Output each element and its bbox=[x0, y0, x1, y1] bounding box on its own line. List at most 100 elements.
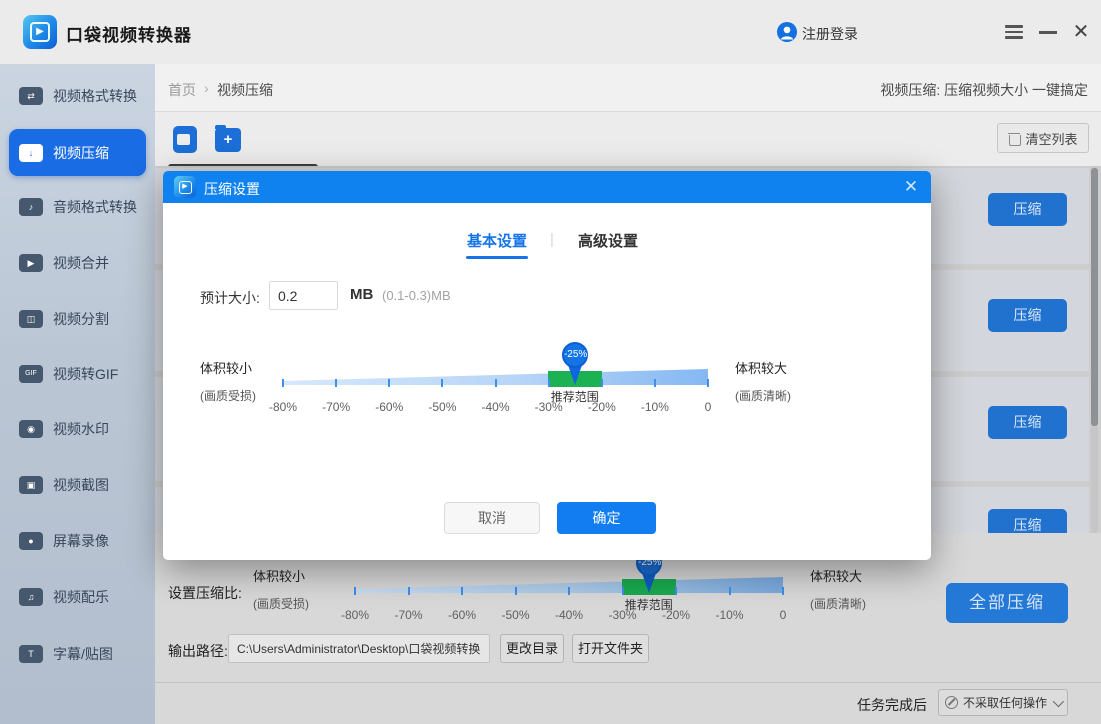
tick-label: -60% bbox=[448, 608, 476, 622]
dialog-close-icon[interactable]: ✕ bbox=[899, 175, 923, 199]
tick-label: -80% bbox=[269, 400, 297, 414]
compress-all-button[interactable]: 全部压缩 bbox=[946, 583, 1068, 623]
tick-mark bbox=[408, 587, 410, 595]
screen-record-icon: ● bbox=[19, 532, 43, 550]
toolbar: + 清空列表 bbox=[155, 112, 1101, 166]
tick-mark bbox=[441, 379, 443, 387]
compress-button[interactable]: 压缩 bbox=[988, 193, 1067, 226]
tick-mark bbox=[515, 587, 517, 595]
video-compress-icon: ↓ bbox=[19, 144, 43, 162]
slider-right-sublabel: (画质清晰) bbox=[735, 387, 791, 404]
tick-label: -10% bbox=[715, 608, 743, 622]
size-unit: MB bbox=[350, 286, 373, 303]
tick-label: -60% bbox=[375, 400, 403, 414]
tick-label: -50% bbox=[428, 400, 456, 414]
slider-track[interactable]: -25% 推荐范围 -80%-70%-60%-50%-40%-30%-20%-1… bbox=[355, 550, 783, 626]
sidebar-item-video-watermark[interactable]: ◉视频水印 bbox=[0, 407, 155, 451]
tab-advanced-settings[interactable]: 高级设置 bbox=[577, 230, 639, 251]
tick-mark bbox=[729, 587, 731, 595]
tick-mark bbox=[782, 587, 784, 595]
window-close-icon[interactable]: ✕ bbox=[1070, 22, 1092, 42]
after-task-dropdown[interactable]: 不采取任何操作 bbox=[938, 689, 1068, 716]
tick-label: -30% bbox=[535, 400, 563, 414]
output-path-label: 输出路径: bbox=[168, 641, 228, 661]
sidebar-item-video-format-convert[interactable]: ⇄视频格式转换 bbox=[0, 74, 155, 118]
tick-mark bbox=[622, 587, 624, 595]
menu-icon[interactable] bbox=[1005, 22, 1027, 42]
tick-mark bbox=[388, 379, 390, 387]
titlebar: ▶ 口袋视频转换器 注册登录 ✕ bbox=[0, 0, 1101, 64]
page-tagline: 视频压缩: 压缩视频大小 一键搞定 bbox=[880, 80, 1088, 100]
slider-right-sublabel: (画质清晰) bbox=[810, 595, 866, 612]
ok-button[interactable]: 确定 bbox=[557, 502, 656, 534]
add-folder-icon[interactable]: + bbox=[215, 128, 241, 152]
no-action-icon bbox=[945, 696, 958, 709]
video-watermark-icon: ◉ bbox=[19, 420, 43, 438]
sidebar-item-video-merge[interactable]: ▶视频合并 bbox=[0, 241, 155, 285]
compress-button[interactable]: 压缩 bbox=[988, 406, 1067, 439]
sidebar-item-video-to-gif[interactable]: GIF视频转GIF bbox=[0, 352, 155, 396]
tick-label: -70% bbox=[394, 608, 422, 622]
chevron-down-icon bbox=[1053, 695, 1064, 706]
output-path-input[interactable] bbox=[228, 634, 490, 663]
breadcrumb-bar: 首页 › 视频压缩 视频压缩: 压缩视频大小 一键搞定 bbox=[155, 64, 1101, 112]
dialog-logo-icon: ▶ bbox=[174, 176, 196, 198]
login-register-link[interactable]: 注册登录 bbox=[802, 24, 858, 44]
add-file-icon[interactable] bbox=[173, 126, 197, 153]
bottom-panel: 设置压缩比: 体积较小 (画质受损) -25% 推荐范围 -80%-70%-60… bbox=[155, 533, 1101, 724]
size-range-hint: (0.1-0.3)MB bbox=[382, 288, 451, 303]
sidebar-item-audio-format-convert[interactable]: ♪音频格式转换 bbox=[0, 185, 155, 229]
clear-list-button[interactable]: 清空列表 bbox=[997, 123, 1089, 153]
compress-button[interactable]: 压缩 bbox=[988, 299, 1067, 332]
tick-mark bbox=[354, 587, 356, 595]
tick-label: -80% bbox=[341, 608, 369, 622]
tick-label: -40% bbox=[481, 400, 509, 414]
compression-ratio-slider[interactable]: 体积较小 (画质受损) -25% 推荐范围 -80%-70%-60%-50%-4… bbox=[253, 550, 878, 630]
sidebar-item-screen-record[interactable]: ●屏幕录像 bbox=[0, 519, 155, 563]
change-directory-button[interactable]: 更改目录 bbox=[500, 634, 564, 663]
scrollbar-thumb[interactable] bbox=[1091, 168, 1098, 426]
active-tab-underline bbox=[466, 256, 528, 259]
sidebar-item-subtitle-sticker[interactable]: T字幕/贴图 bbox=[0, 632, 155, 676]
tick-label: -20% bbox=[588, 400, 616, 414]
tick-mark bbox=[654, 379, 656, 387]
compression-ratio-slider[interactable]: 体积较小 (画质受损) -25% 推荐范围 -80%-70%-60%-50%-4… bbox=[200, 342, 830, 422]
tick-label: -10% bbox=[641, 400, 669, 414]
minimize-icon[interactable] bbox=[1039, 22, 1061, 42]
tab-basic-settings[interactable]: 基本设置 bbox=[466, 230, 528, 251]
open-folder-button[interactable]: 打开文件夹 bbox=[572, 634, 649, 663]
app-logo-icon: ▶ bbox=[23, 15, 57, 49]
tick-mark bbox=[568, 587, 570, 595]
video-split-icon: ◫ bbox=[19, 310, 43, 328]
ratio-label: 设置压缩比: bbox=[168, 583, 242, 603]
sidebar-item-video-screenshot[interactable]: ▣视频截图 bbox=[0, 463, 155, 507]
app-title: 口袋视频转换器 bbox=[66, 21, 192, 46]
compression-settings-dialog: ▶ 压缩设置 ✕ 基本设置 | 高级设置 预计大小: MB (0.1-0.3)M… bbox=[163, 171, 931, 560]
tick-label: -30% bbox=[608, 608, 636, 622]
video-to-gif-icon: GIF bbox=[19, 365, 43, 383]
tick-label: -40% bbox=[555, 608, 583, 622]
compress-button[interactable]: 压缩 bbox=[988, 509, 1067, 533]
tick-label: -70% bbox=[322, 400, 350, 414]
estimated-size-label: 预计大小: bbox=[200, 288, 260, 308]
tab-separator: | bbox=[550, 231, 554, 248]
slider-right-label: 体积较大 bbox=[735, 358, 791, 377]
tick-mark bbox=[282, 379, 284, 387]
slider-track[interactable]: -25% 推荐范围 -80%-70%-60%-50%-40%-30%-20%-1… bbox=[283, 342, 708, 418]
sidebar-item-video-compress[interactable]: ↓视频压缩 bbox=[9, 129, 146, 176]
user-avatar-icon[interactable] bbox=[777, 22, 797, 42]
slider-left-label: 体积较小 bbox=[200, 358, 256, 377]
tick-label: 0 bbox=[705, 400, 712, 414]
cancel-button[interactable]: 取消 bbox=[444, 502, 540, 534]
tick-label: 0 bbox=[780, 608, 787, 622]
breadcrumb-current: 视频压缩 bbox=[217, 80, 273, 100]
video-music-icon: ♫ bbox=[19, 588, 43, 606]
breadcrumb-home[interactable]: 首页 bbox=[168, 80, 196, 100]
sidebar-item-video-music[interactable]: ♫视频配乐 bbox=[0, 575, 155, 619]
dialog-title: 压缩设置 bbox=[204, 179, 260, 199]
estimated-size-input[interactable] bbox=[269, 281, 338, 310]
tick-mark bbox=[707, 379, 709, 387]
slider-left-sublabel: (画质受损) bbox=[253, 595, 309, 612]
sidebar-item-video-split[interactable]: ◫视频分割 bbox=[0, 297, 155, 341]
tick-label: -50% bbox=[501, 608, 529, 622]
